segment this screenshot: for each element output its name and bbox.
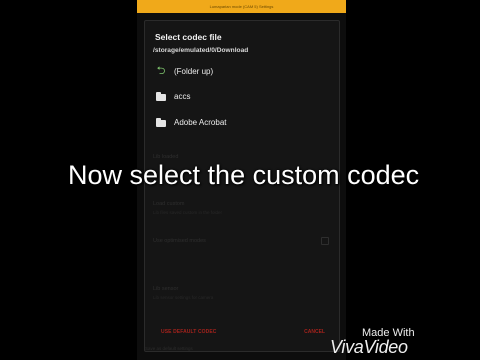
background-setting-custom-folder: Lib files saved custom in the folder bbox=[153, 210, 223, 215]
app-bar-text: Lumaparian mode (CAM 5) Settings bbox=[209, 4, 274, 9]
folder-up-arrow-icon: ⮌ bbox=[156, 64, 166, 77]
cancel-button[interactable]: CANCEL bbox=[304, 329, 325, 335]
use-default-codec-button[interactable]: USE DEFAULT CODEC bbox=[161, 329, 217, 335]
background-setting-lib-sensor: Lib sensor bbox=[153, 286, 179, 292]
file-item-label: Adobe Acrobat bbox=[174, 117, 227, 127]
file-item-adobe-acrobat[interactable]: Adobe Acrobat bbox=[151, 112, 333, 132]
file-item-label: (Folder up) bbox=[174, 66, 214, 76]
file-item-accs[interactable]: accs bbox=[151, 86, 333, 106]
background-setting-lib-sensor-sub: Lib sensor settings for camera bbox=[153, 295, 214, 300]
current-path: /storage/emulated/0/Download bbox=[153, 47, 249, 54]
background-setting-optimised: Use optimised modes bbox=[153, 238, 206, 244]
dialog-title: Select codec file bbox=[155, 32, 222, 42]
folder-icon bbox=[154, 90, 168, 102]
background-setting-load-custom: Load custom bbox=[153, 201, 185, 207]
app-bar: Lumaparian mode (CAM 5) Settings bbox=[137, 0, 346, 13]
video-caption: Now select the custom codec bbox=[68, 160, 420, 190]
folder-icon bbox=[154, 116, 168, 128]
file-item-folder-up[interactable]: ⮌ (Folder up) bbox=[151, 61, 333, 81]
file-item-label: accs bbox=[174, 91, 191, 101]
background-bottom-text: Save as default settings bbox=[145, 346, 193, 351]
background-checkbox bbox=[321, 237, 329, 245]
watermark-vivavideo: VivaVideo bbox=[330, 337, 408, 357]
